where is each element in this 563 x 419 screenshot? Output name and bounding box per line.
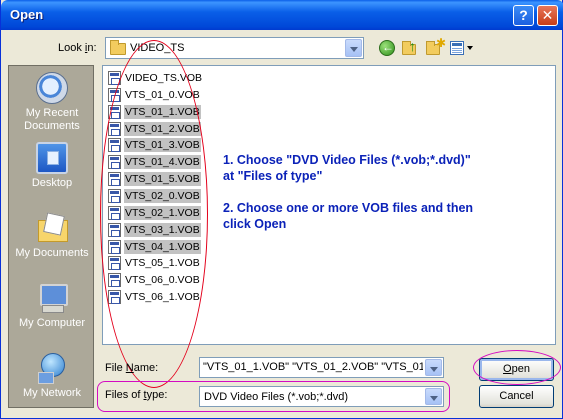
recent-documents-icon xyxy=(36,72,68,104)
vob-file-icon xyxy=(108,256,121,271)
look-in-label: Look in: xyxy=(58,42,97,54)
look-in-combo[interactable]: VIDEO_TS xyxy=(105,37,364,59)
file-name: VTS_01_2.VOB xyxy=(124,121,201,136)
annotation-step1-line1: 1. Choose "DVD Video Files (*.vob;*.dvd)… xyxy=(223,153,471,167)
place-label: My Network xyxy=(22,387,82,399)
open-button[interactable]: Open xyxy=(479,358,554,381)
place-my-network[interactable]: My Network xyxy=(9,349,95,415)
place-label: My Recent Documents xyxy=(24,107,80,132)
desktop-icon xyxy=(36,142,68,174)
cancel-button[interactable]: Cancel xyxy=(479,385,554,408)
look-in-value: VIDEO_TS xyxy=(130,42,185,54)
files-of-type-label: Files of type: xyxy=(105,389,168,401)
instruction-annotation: 1. Choose "DVD Video Files (*.vob;*.dvd)… xyxy=(223,152,553,248)
chevron-down-icon[interactable] xyxy=(345,39,362,57)
up-folder-icon[interactable]: ↑ xyxy=(401,38,421,58)
help-button[interactable]: ? xyxy=(513,5,534,26)
file-name: VIDEO_TS.VOB xyxy=(125,72,203,84)
place-label: Desktop xyxy=(31,177,73,189)
window-title: Open xyxy=(10,7,44,22)
vob-file-icon xyxy=(108,121,121,136)
file-name: VTS_01_1.VOB xyxy=(124,104,201,119)
open-dialog: Open ? ✕ Look in: VIDEO_TS ↑ ✱ My Recent… xyxy=(0,0,563,419)
back-icon[interactable] xyxy=(377,38,397,58)
new-folder-icon[interactable]: ✱ xyxy=(425,36,446,58)
file-name: VTS_05_1.VOB xyxy=(125,257,200,270)
place-my-recent-documents[interactable]: My Recent Documents xyxy=(9,69,95,135)
vob-file-icon xyxy=(108,87,121,102)
chevron-down-icon[interactable] xyxy=(425,388,442,405)
vob-file-icon xyxy=(108,138,121,153)
file-name-input[interactable]: "VTS_01_1.VOB" "VTS_01_2.VOB" "VTS_01_ xyxy=(199,357,444,378)
vob-file-icon xyxy=(108,155,121,170)
annotation-step1-line2: at "Files of type" xyxy=(223,169,323,183)
place-label: My Computer xyxy=(18,317,86,329)
vob-file-icon xyxy=(108,104,121,119)
file-name: VTS_04_1.VOB xyxy=(124,239,201,254)
file-name: VTS_01_3.VOB xyxy=(124,138,201,153)
file-name: VTS_06_0.VOB xyxy=(125,274,200,287)
my-computer-icon xyxy=(36,282,68,314)
files-of-type-value: DVD Video Files (*.vob;*.dvd) xyxy=(204,391,349,403)
file-name: VTS_03_1.VOB xyxy=(124,222,201,237)
title-bar[interactable]: Open ? ✕ xyxy=(1,0,563,30)
views-menu-icon[interactable] xyxy=(449,38,475,58)
places-bar: My Recent Documents Desktop My Documents… xyxy=(8,65,94,408)
vob-file-icon xyxy=(108,290,121,305)
close-button[interactable]: ✕ xyxy=(537,5,558,26)
files-of-type-select[interactable]: DVD Video Files (*.vob;*.dvd) xyxy=(199,386,444,407)
place-label: My Documents xyxy=(15,247,89,259)
vob-file-icon xyxy=(108,71,121,85)
my-network-icon xyxy=(36,352,68,384)
place-desktop[interactable]: Desktop xyxy=(9,139,95,205)
vob-file-icon xyxy=(108,205,121,220)
annotation-step2-line2: click Open xyxy=(223,217,287,231)
my-documents-icon xyxy=(36,212,68,244)
file-name-label: File Name: xyxy=(105,362,159,374)
chevron-down-icon[interactable] xyxy=(425,359,442,376)
file-name: VTS_02_0.VOB xyxy=(124,188,201,203)
annotation-step2-line1: 2. Choose one or more VOB files and then xyxy=(223,201,474,215)
place-my-documents[interactable]: My Documents xyxy=(9,209,95,275)
file-name: VTS_02_1.VOB xyxy=(124,205,201,220)
file-name: VTS_01_4.VOB xyxy=(124,155,201,170)
file-name-value: "VTS_01_1.VOB" "VTS_01_2.VOB" "VTS_01_ xyxy=(203,361,423,373)
vob-file-icon xyxy=(108,222,121,237)
place-my-computer[interactable]: My Computer xyxy=(9,279,95,345)
file-name: VTS_01_5.VOB xyxy=(124,172,201,187)
vob-file-icon xyxy=(108,188,121,203)
vob-file-icon xyxy=(108,273,121,288)
file-name: VTS_01_0.VOB xyxy=(125,88,200,101)
vob-file-icon xyxy=(108,172,121,187)
file-name: VTS_06_1.VOB xyxy=(125,291,200,304)
vob-file-icon xyxy=(108,239,121,254)
folder-icon xyxy=(110,40,126,55)
